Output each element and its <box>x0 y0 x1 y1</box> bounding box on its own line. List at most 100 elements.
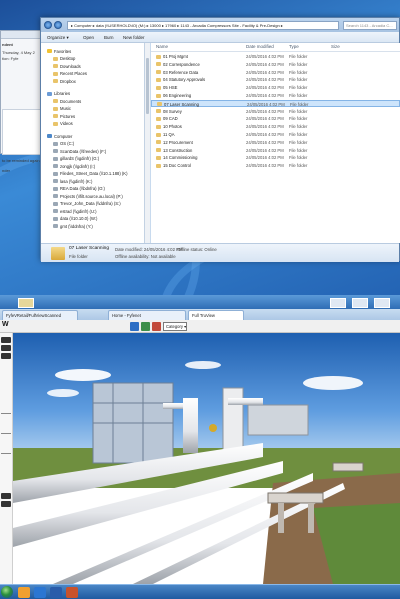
zoom-icon[interactable] <box>141 322 150 331</box>
file-row[interactable]: 08 Survey 24/05/2016 4:02 PM File folder <box>151 108 400 116</box>
file-row[interactable]: 10 Photos 24/05/2016 4:02 PM File folder <box>151 123 400 131</box>
nav-item-label: Recent Places <box>60 71 87 76</box>
category-select[interactable]: Category ▾ <box>163 322 187 331</box>
desktop-top: ndent Thursday, 4 May 2 tion: Fyfe to be… <box>0 0 400 295</box>
tab-home-fyfenet[interactable]: Home - Fyfenet <box>108 310 186 320</box>
back-icon[interactable] <box>44 21 52 29</box>
drive-icon <box>53 164 58 168</box>
forward-icon[interactable] <box>54 21 62 29</box>
folder-icon <box>53 64 58 68</box>
nav-item-label: Dropbox <box>60 78 76 84</box>
file-row[interactable]: 05 HSE 24/05/2016 4:02 PM File folder <box>151 84 400 92</box>
window-thumbnail[interactable] <box>18 298 34 308</box>
file-row[interactable]: 04 Statutory Approvals 24/05/2016 4:02 PM… <box>151 76 400 84</box>
measure-icon[interactable] <box>152 322 161 331</box>
nav-item[interactable]: gmt (\\ddnfra) (Y:) <box>53 222 93 230</box>
star-icon <box>47 49 52 53</box>
cloud <box>303 376 363 390</box>
file-row[interactable]: 14 Commissioning 24/05/2016 4:02 PM File f… <box>151 154 400 162</box>
open-button[interactable]: Open <box>83 35 94 40</box>
file-type: File folder <box>289 93 308 98</box>
file-row[interactable]: 01 Proj Mgmt 24/05/2016 4:02 PM File folde… <box>151 53 400 61</box>
tab-fullview-scanned[interactable]: FyfeVRetail/FullViewScanned <box>2 310 78 320</box>
folder-icon <box>156 116 161 121</box>
nav-item-label: gmt (\\ddnfra) (Y:) <box>60 223 93 229</box>
nav-item[interactable]: Videos <box>53 120 73 128</box>
file-row[interactable]: 03 Reference Data 24/05/2016 4:02 PM File … <box>151 69 400 77</box>
folder-icon <box>53 79 58 83</box>
file-type: File folder <box>289 116 308 122</box>
panel-button[interactable] <box>1 337 11 343</box>
file-type: File folder <box>289 54 308 59</box>
reminder-window: ndent Thursday, 4 May 2 tion: Fyfe to be… <box>0 30 44 173</box>
panorama-view[interactable] <box>13 333 400 584</box>
address-bar[interactable]: ▸ Computer ▸ data (\\USERHOLD\IO) (M:) ▸… <box>67 21 339 30</box>
nav-item-label: Computer <box>54 133 73 139</box>
file-name-cell: 11 QA <box>156 132 175 137</box>
folder-icon <box>53 99 58 103</box>
truview-toolbar: W Category ▾ <box>0 320 400 333</box>
panel-button[interactable] <box>1 353 11 359</box>
new-folder-button[interactable]: New folder <box>123 35 145 40</box>
file-row[interactable]: 13 Construction 24/05/2016 4:02 PM File fo… <box>151 147 400 155</box>
search-input[interactable]: Search 1143 - Arcadia C... <box>343 21 397 30</box>
drive-icon <box>53 216 58 221</box>
nav-scrollbar-thumb[interactable] <box>146 58 149 114</box>
folder-icon <box>156 148 161 153</box>
truview-side-panel <box>0 333 13 584</box>
panorama-scene[interactable] <box>13 333 400 584</box>
details-offline-status: Offline status: Online <box>177 247 217 252</box>
home-icon[interactable] <box>130 322 139 331</box>
column-header-date[interactable]: Date modified <box>246 44 274 49</box>
navigation-pane: Favorites Desktop Downloads Recent Places Dr… <box>41 43 145 243</box>
computer-icon <box>47 134 52 138</box>
file-name: 02 Correspondence <box>163 61 200 67</box>
file-name: 11 QA <box>163 132 175 137</box>
column-header-type[interactable]: Type <box>289 44 299 49</box>
file-row[interactable]: 09 CAD 24/05/2016 4:02 PM File folder <box>151 115 400 123</box>
reminder-list[interactable] <box>2 109 41 155</box>
file-name-cell: 09 CAD <box>156 116 178 121</box>
explorer-taskbar-icon[interactable] <box>18 587 30 598</box>
folder-icon <box>53 121 58 126</box>
drive-icon <box>53 194 58 198</box>
file-name-cell: 13 Construction <box>156 148 192 153</box>
file-row[interactable]: 15 Doc Control 24/05/2016 4:02 PM File fol… <box>151 162 400 170</box>
explorer-titlebar: ▸ Computer ▸ data (\\USERHOLD\IO) (M:) ▸… <box>41 18 399 32</box>
window-thumbnail[interactable] <box>330 298 346 308</box>
window-thumbnail[interactable] <box>352 298 368 308</box>
file-date: 24/05/2016 4:02 PM <box>246 108 284 114</box>
file-row[interactable]: 06 Engineering 24/05/2016 4:02 PM File fol… <box>151 92 400 100</box>
file-name-cell: 14 Commissioning <box>156 155 197 160</box>
drive-icon <box>53 209 58 213</box>
nav-item[interactable]: Dropbox <box>53 77 76 85</box>
panel-button[interactable] <box>1 493 11 499</box>
app-logo: W <box>2 321 9 328</box>
panel-button[interactable] <box>1 501 11 507</box>
file-type: File folder <box>289 108 308 114</box>
folder-icon <box>156 93 161 98</box>
window-thumbnail[interactable] <box>374 298 390 308</box>
app-taskbar-icon[interactable] <box>66 587 78 598</box>
file-type: File folder <box>289 155 308 161</box>
details-date: Date modified: 24/05/2016 4:02 PM <box>115 247 183 252</box>
tab-full-truview[interactable]: Full TruView <box>188 310 244 320</box>
column-header-size[interactable]: Size <box>331 44 340 49</box>
file-name-cell: 10 Photos <box>156 124 182 129</box>
burn-button[interactable]: Burn <box>104 35 114 40</box>
column-header-name[interactable]: Name <box>156 44 168 49</box>
panel-button[interactable] <box>1 345 11 351</box>
start-button[interactable] <box>1 586 13 598</box>
file-row[interactable]: 02 Correspondence 24/05/2016 4:02 PM File … <box>151 61 400 69</box>
folder-icon <box>156 77 161 82</box>
file-row[interactable]: 07 Laser Scanning 24/05/2016 4:02 PM File … <box>151 99 400 108</box>
file-row[interactable]: 12 Procurement 24/05/2016 4:02 PM File fol… <box>151 139 400 147</box>
file-row[interactable]: 11 QA 24/05/2016 4:02 PM File folder <box>151 131 400 139</box>
word-taskbar-icon[interactable] <box>50 587 62 598</box>
organize-button[interactable]: Organize ▾ <box>47 35 69 41</box>
file-date: 24/05/2016 4:02 PM <box>246 93 284 98</box>
file-date: 24/05/2016 4:02 PM <box>246 61 284 67</box>
ie-taskbar-icon[interactable] <box>34 587 46 598</box>
file-type: File folder <box>289 147 308 153</box>
nav-item-label: Projects (\\filt.source.au.local) (P:) <box>60 193 123 199</box>
